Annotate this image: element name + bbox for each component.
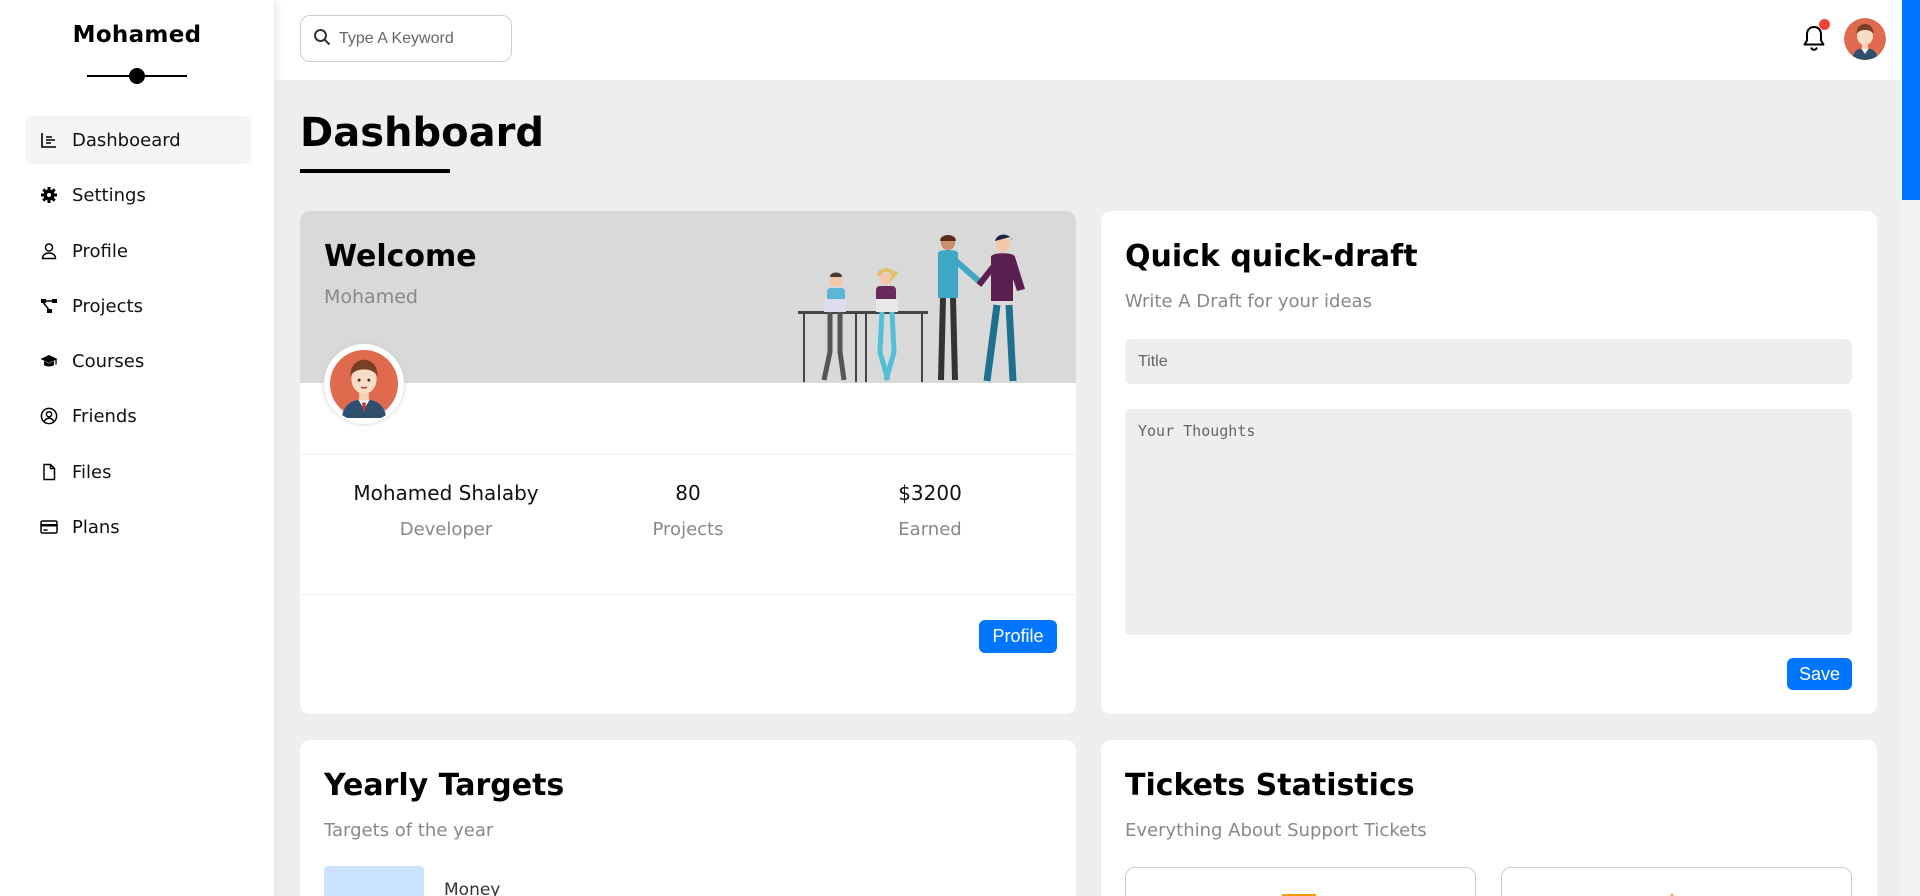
brand-dot (129, 68, 145, 84)
ticket-icon (1282, 894, 1316, 896)
sidebar-item-courses[interactable]: Courses (25, 337, 251, 385)
sidebar-item-label: Dashboeard (72, 129, 181, 151)
top-header (274, 0, 1902, 80)
profile-button[interactable]: Profile (979, 620, 1057, 653)
gear-icon (39, 185, 59, 205)
welcome-name: Mohamed (324, 286, 418, 308)
welcome-divider (300, 594, 1076, 595)
tickets-title: Tickets Statistics (1125, 768, 1415, 803)
diagram-project-icon (39, 296, 59, 316)
search-box[interactable] (300, 15, 512, 62)
credit-card-icon (39, 517, 59, 537)
stat-earned: $3200 Earned (830, 481, 1030, 540)
target-label: Money (444, 880, 501, 896)
notification-badge (1819, 19, 1830, 30)
user-icon (39, 241, 59, 261)
welcome-card: Welcome Mohamed Mohamed Shalaby Develope… (300, 211, 1076, 714)
scrollbar-thumb[interactable] (1902, 0, 1920, 200)
sidebar-item-label: Settings (72, 184, 146, 206)
sidebar-item-profile[interactable]: Profile (25, 227, 251, 275)
sidebar-item-dashboard[interactable]: Dashboeard (25, 116, 251, 164)
stat-projects: 80 Projects (588, 481, 788, 540)
graduation-cap-icon (39, 351, 59, 371)
title-underline (300, 169, 450, 173)
stat-label: Earned (898, 519, 962, 540)
welcome-illustration (798, 234, 1025, 382)
save-button[interactable]: Save (1787, 658, 1852, 690)
search-icon (313, 28, 339, 50)
title-input[interactable]: Title (1125, 339, 1852, 384)
yearly-targets-card: Yearly Targets Targets of the year Money (300, 740, 1076, 896)
stat-value: Mohamed Shalaby (353, 481, 539, 505)
tickets-subtitle: Everything About Support Tickets (1125, 820, 1427, 841)
welcome-divider (300, 454, 1076, 455)
sidebar-item-friends[interactable]: Friends (25, 392, 251, 440)
stat-label: Projects (652, 519, 724, 540)
avatar[interactable] (1844, 18, 1886, 60)
file-icon (39, 462, 59, 482)
quick-draft-card: Quick quick-draft Write A Draft for your… (1101, 211, 1877, 714)
chart-line-icon (39, 130, 59, 150)
stat-name: Mohamed Shalaby Developer (346, 481, 546, 540)
targets-title: Yearly Targets (324, 768, 565, 803)
brand-name: Mohamed (72, 22, 202, 48)
search-input[interactable] (339, 29, 499, 48)
targets-subtitle: Targets of the year (324, 820, 494, 841)
sidebar-item-label: Files (72, 461, 112, 483)
stat-value: $3200 (898, 481, 962, 505)
spinner-icon (1670, 893, 1674, 896)
sidebar-item-label: Projects (72, 295, 143, 317)
sidebar: Mohamed Dashboeard Settings Profile Proj… (0, 0, 274, 896)
tickets-statistics-card: Tickets Statistics Everything About Supp… (1101, 740, 1877, 896)
circle-user-icon (39, 406, 59, 426)
sidebar-item-settings[interactable]: Settings (25, 171, 251, 219)
sidebar-item-label: Courses (72, 350, 145, 372)
welcome-title: Welcome (324, 239, 477, 274)
sidebar-item-label: Profile (72, 240, 128, 262)
draft-subtitle: Write A Draft for your ideas (1125, 291, 1372, 312)
profile-avatar (324, 344, 404, 424)
stat-label: Developer (399, 519, 493, 540)
sidebar-item-label: Plans (72, 516, 120, 538)
sidebar-item-label: Friends (72, 405, 137, 427)
stat-value: 80 (675, 481, 701, 505)
sidebar-item-plans[interactable]: Plans (25, 503, 251, 551)
draft-title: Quick quick-draft (1125, 239, 1418, 274)
thoughts-textarea[interactable]: Your Thoughts (1125, 409, 1852, 635)
money-target-icon (324, 866, 424, 896)
page-title: Dashboard (300, 110, 544, 156)
sidebar-item-projects[interactable]: Projects (25, 282, 251, 330)
sidebar-item-files[interactable]: Files (25, 448, 251, 496)
